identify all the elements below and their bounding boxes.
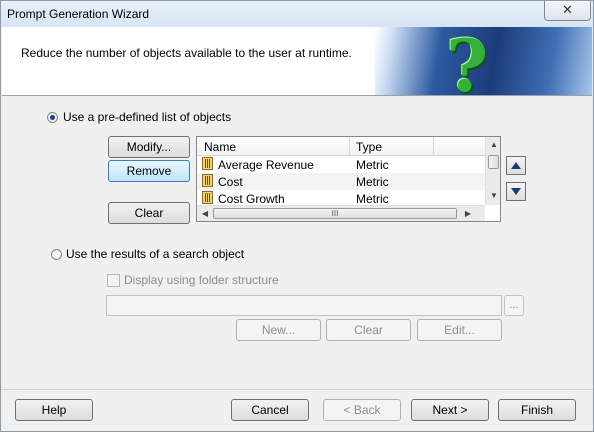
wizard-window: Prompt Generation Wizard ✕ Reduce the nu… [0,0,594,432]
footer-divider [1,389,593,390]
clear-list-button[interactable]: Clear [108,202,190,224]
row-type: Metric [356,175,389,189]
predefined-list-radio[interactable] [47,112,58,123]
remove-button[interactable]: Remove [108,160,190,182]
row-name: Cost [218,175,243,189]
horizontal-scrollbar[interactable]: ◀ III ▶ [197,205,485,221]
list-row[interactable]: Average Revenue Metric [197,156,485,173]
search-object-field[interactable] [106,295,502,316]
close-icon: ✕ [562,2,573,17]
metric-icon [202,157,213,170]
window-title: Prompt Generation Wizard [7,7,150,21]
folder-structure-label: Display using folder structure [124,273,279,287]
predefined-list-label: Use a pre-defined list of objects [63,110,232,124]
column-divider[interactable] [433,137,434,155]
vertical-scroll-thumb[interactable] [488,155,499,169]
list-header: Name Type [197,137,485,156]
edit-button[interactable]: Edit... [417,319,502,341]
scroll-right-icon[interactable]: ▶ [460,207,476,221]
row-name: Cost Growth [218,192,285,206]
metric-icon [202,174,213,187]
scroll-down-icon[interactable]: ▼ [486,189,500,203]
horizontal-scroll-thumb[interactable]: III [213,208,457,219]
folder-structure-checkbox[interactable] [107,274,120,287]
vertical-scrollbar[interactable]: ▲ ▼ [485,137,500,205]
move-up-button[interactable] [506,156,526,175]
title-bar: Prompt Generation Wizard ✕ [1,1,593,27]
close-button[interactable]: ✕ [544,1,591,21]
new-button[interactable]: New... [236,319,321,341]
next-button[interactable]: Next > [411,399,489,421]
scroll-left-icon[interactable]: ◀ [197,207,213,221]
column-header-name[interactable]: Name [204,140,236,154]
browse-button[interactable]: ... [504,295,524,316]
header-description: Reduce the number of objects available t… [21,46,352,60]
row-type: Metric [356,158,389,172]
metric-icon [202,191,213,204]
move-down-button[interactable] [506,182,526,201]
help-button[interactable]: Help [15,399,93,421]
finish-button[interactable]: Finish [498,399,576,421]
row-name: Average Revenue [218,158,314,172]
modify-button[interactable]: Modify... [108,136,190,158]
cancel-button[interactable]: Cancel [231,399,309,421]
row-type: Metric [356,192,389,206]
objects-list[interactable]: Name Type Average Revenue Metric Cost Me… [196,136,501,222]
column-header-type[interactable]: Type [356,140,382,154]
arrow-up-icon [511,162,521,169]
column-divider[interactable] [349,137,350,155]
list-row[interactable]: Cost Metric [197,173,485,190]
search-object-radio[interactable] [51,249,62,260]
wizard-header: Reduce the number of objects available t… [2,27,592,96]
question-mark-icon: ? [446,27,489,96]
arrow-down-icon [511,188,521,195]
clear-search-button[interactable]: Clear [326,319,411,341]
back-button[interactable]: < Back [323,399,401,421]
search-object-label: Use the results of a search object [66,247,245,261]
scroll-up-icon[interactable]: ▲ [486,138,500,152]
